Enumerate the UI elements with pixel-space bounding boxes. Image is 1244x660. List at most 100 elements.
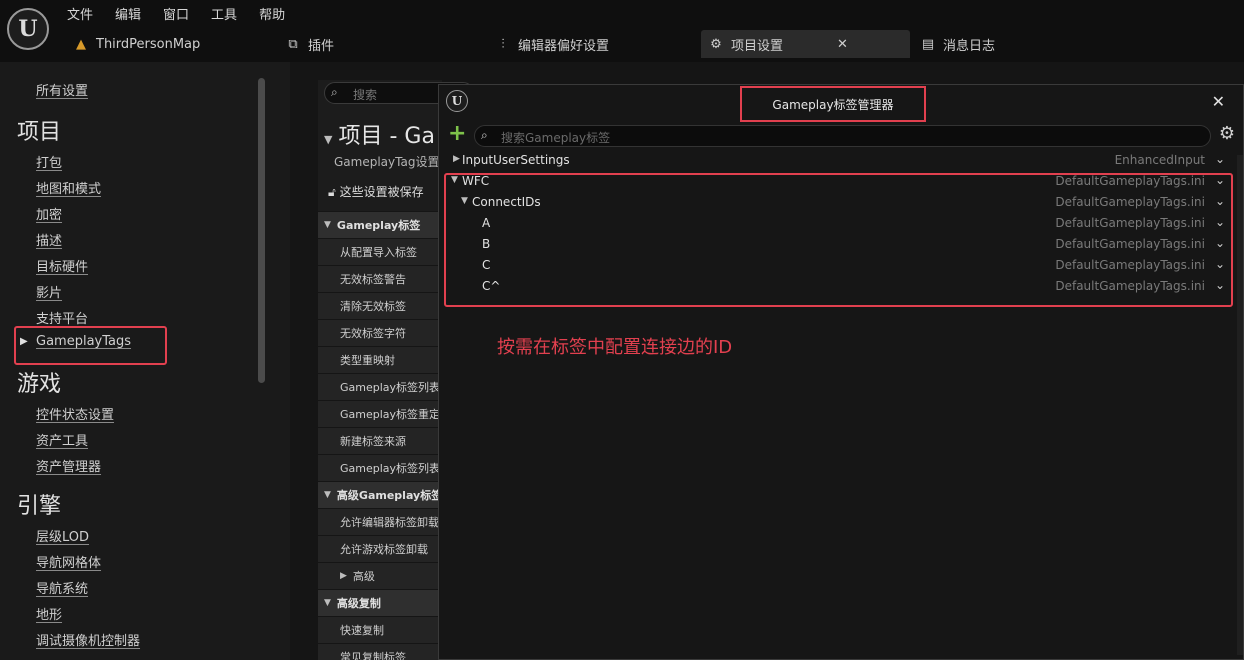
property-row[interactable]: 清除无效标签 <box>318 292 442 319</box>
dialog-title: Gameplay标签管理器 <box>740 86 926 122</box>
plugin-icon: ⧉ <box>288 36 298 52</box>
category-advanced-replication[interactable]: ▼ 高级复制 <box>318 589 442 616</box>
menu-file[interactable]: 文件 <box>67 4 93 23</box>
page-title: ▼ 项目 - Ga <box>324 118 435 150</box>
log-icon: ▤ <box>921 36 935 52</box>
tab-message-log[interactable]: ▤ 消息日志 <box>921 30 995 58</box>
property-row[interactable]: 无效标签字符 <box>318 319 442 346</box>
subcategory-advanced[interactable]: ▶ 高级 <box>318 562 442 589</box>
sidebar-item-landscape[interactable]: 地形 <box>36 604 62 623</box>
search-placeholder: 搜索 <box>353 88 378 102</box>
tag-row[interactable]: ▶ InputUserSettings EnhancedInput ⌄ <box>439 150 1239 171</box>
tag-source: EnhancedInput <box>1114 153 1205 167</box>
property-row[interactable]: Gameplay标签重定向 <box>318 400 442 427</box>
settings-sidebar: 所有设置 项目 打包 地图和模式 加密 描述 目标硬件 影片 支持平台 ▶ Ga… <box>0 62 290 660</box>
row-label: 允许游戏标签卸载 <box>340 543 428 556</box>
sidebar-item-hlod[interactable]: 层级LOD <box>36 526 89 545</box>
row-label: Gameplay标签重定向 <box>340 408 442 421</box>
lock-notice: 🔓︎ 这些设置被保存 <box>328 183 424 200</box>
search-icon: ⌕ <box>331 85 338 99</box>
level-icon: ▲ <box>76 36 86 52</box>
sidebar-item-asset-manager[interactable]: 资产管理器 <box>36 456 101 475</box>
expand-arrow-icon[interactable]: ▶ <box>20 336 28 347</box>
sidebar-item-crypto[interactable]: 加密 <box>36 204 62 223</box>
property-row[interactable]: 常见复制标签 <box>318 643 442 660</box>
row-label: 清除无效标签 <box>340 300 406 313</box>
property-row[interactable]: 类型重映射 <box>318 346 442 373</box>
row-label: 从配置导入标签 <box>340 246 417 259</box>
tag-list-scrollbar[interactable] <box>1237 155 1243 655</box>
property-row[interactable]: 允许编辑器标签卸载 <box>318 508 442 535</box>
title-bar: U 文件 编辑 窗口 工具 帮助 ▲ ThirdPersonMap ⧉ 插件 ⫶… <box>0 0 1244 62</box>
section-heading-engine: 引擎 <box>17 494 62 519</box>
lock-notice-text: 这些设置被保存 <box>339 185 424 199</box>
menu-help[interactable]: 帮助 <box>259 4 285 23</box>
row-label: 无效标签字符 <box>340 327 406 340</box>
annotation-text: 按需在标签中配置连接边的ID <box>497 337 733 358</box>
sidebar-item-maps-modes[interactable]: 地图和模式 <box>36 178 101 197</box>
settings-details-panel: ⌕ 搜索 ▼ 项目 - Ga GameplayTag设置 🔓︎ 这些设置被保存 ▼… <box>318 80 474 660</box>
sidebar-item-animation[interactable]: 动画 <box>36 656 62 660</box>
sliders-icon: ⫶ <box>501 36 505 52</box>
row-label: 常见复制标签 <box>340 651 406 660</box>
property-row[interactable]: Gameplay标签列表 <box>318 373 442 400</box>
sidebar-item-target-hardware[interactable]: 目标硬件 <box>36 256 88 275</box>
expand-arrow-icon[interactable]: ▶ <box>453 154 460 164</box>
property-row[interactable]: 新建标签来源 <box>318 427 442 454</box>
category-advanced-gameplay-tags[interactable]: ▼ 高级Gameplay标签 <box>318 481 442 508</box>
collapse-arrow-icon: ▼ <box>324 598 331 608</box>
row-label: 快速复制 <box>340 624 384 637</box>
section-heading-game: 游戏 <box>17 372 62 397</box>
menu-edit[interactable]: 编辑 <box>115 4 141 23</box>
section-heading-project: 项目 <box>17 120 62 145</box>
close-icon[interactable]: ✕ <box>1212 92 1225 111</box>
property-row[interactable]: 从配置导入标签 <box>318 238 442 265</box>
main-menu: 文件 编辑 窗口 工具 帮助 <box>67 4 285 23</box>
tab-thirdpersonmap[interactable]: ▲ ThirdPersonMap <box>74 30 200 58</box>
tab-label: 项目设置 <box>731 38 784 54</box>
wfc-tags-highlight-box <box>444 173 1233 307</box>
sidebar-item-widget-state[interactable]: 控件状态设置 <box>36 404 114 423</box>
collapse-arrow-icon[interactable]: ▼ <box>324 133 332 146</box>
add-tag-icon[interactable]: + <box>448 123 466 145</box>
gameplay-tag-manager-dialog: U Gameplay标签管理器 ✕ + ⌕ 搜索Gameplay标签 ⚙ ▶ I… <box>438 84 1244 660</box>
unreal-logo-icon[interactable]: U <box>7 8 49 50</box>
sidebar-item-supported-platforms[interactable]: 支持平台 <box>36 308 88 327</box>
row-label: Gameplay标签列表 <box>340 381 441 394</box>
menu-window[interactable]: 窗口 <box>163 4 189 23</box>
sidebar-item-nav-system[interactable]: 导航系统 <box>36 578 88 597</box>
tab-label: 消息日志 <box>943 38 996 54</box>
property-row[interactable]: 无效标签警告 <box>318 265 442 292</box>
row-label: Gameplay标签列表 <box>340 462 441 475</box>
row-label: 高级复制 <box>336 597 381 610</box>
tab-plugins[interactable]: ⧉ 插件 <box>286 30 334 58</box>
close-icon[interactable]: ✕ <box>837 37 848 52</box>
sidebar-item-movies[interactable]: 影片 <box>36 282 62 301</box>
chevron-down-icon[interactable]: ⌄ <box>1215 152 1225 166</box>
category-gameplay-tags[interactable]: ▼ Gameplay标签 <box>318 211 442 238</box>
sidebar-scrollbar[interactable] <box>258 78 265 383</box>
tab-label: ThirdPersonMap <box>96 36 201 52</box>
sidebar-item-asset-tools[interactable]: 资产工具 <box>36 430 88 449</box>
search-icon: ⌕ <box>481 128 488 142</box>
row-label: 高级Gameplay标签 <box>336 489 442 502</box>
property-row[interactable]: 快速复制 <box>318 616 442 643</box>
row-label: 类型重映射 <box>340 354 395 367</box>
sidebar-item-gameplaytags[interactable]: GameplayTags <box>36 334 131 349</box>
project-settings-icon: ⚙ <box>710 36 722 52</box>
property-row[interactable]: 允许游戏标签卸载 <box>318 535 442 562</box>
row-label: 新建标签来源 <box>340 435 406 448</box>
page-title-text: 项目 - Ga <box>338 124 435 149</box>
unlock-icon[interactable]: 🔓︎ <box>328 185 336 199</box>
gear-icon[interactable]: ⚙ <box>1219 123 1235 144</box>
tab-editor-preferences[interactable]: ⫶ 编辑器偏好设置 <box>496 30 609 58</box>
sidebar-item-packaging[interactable]: 打包 <box>36 152 62 171</box>
tab-project-settings[interactable]: ⚙ 项目设置 ✕ <box>701 30 910 58</box>
sidebar-item-description[interactable]: 描述 <box>36 230 62 249</box>
tag-search-input[interactable]: ⌕ 搜索Gameplay标签 <box>474 125 1211 147</box>
sidebar-item-debug-camera[interactable]: 调试摄像机控制器 <box>36 630 140 649</box>
menu-tools[interactable]: 工具 <box>211 4 237 23</box>
property-row[interactable]: Gameplay标签列表 <box>318 454 442 481</box>
sidebar-item-navmesh[interactable]: 导航网格体 <box>36 552 101 571</box>
all-settings-link[interactable]: 所有设置 <box>36 80 88 99</box>
